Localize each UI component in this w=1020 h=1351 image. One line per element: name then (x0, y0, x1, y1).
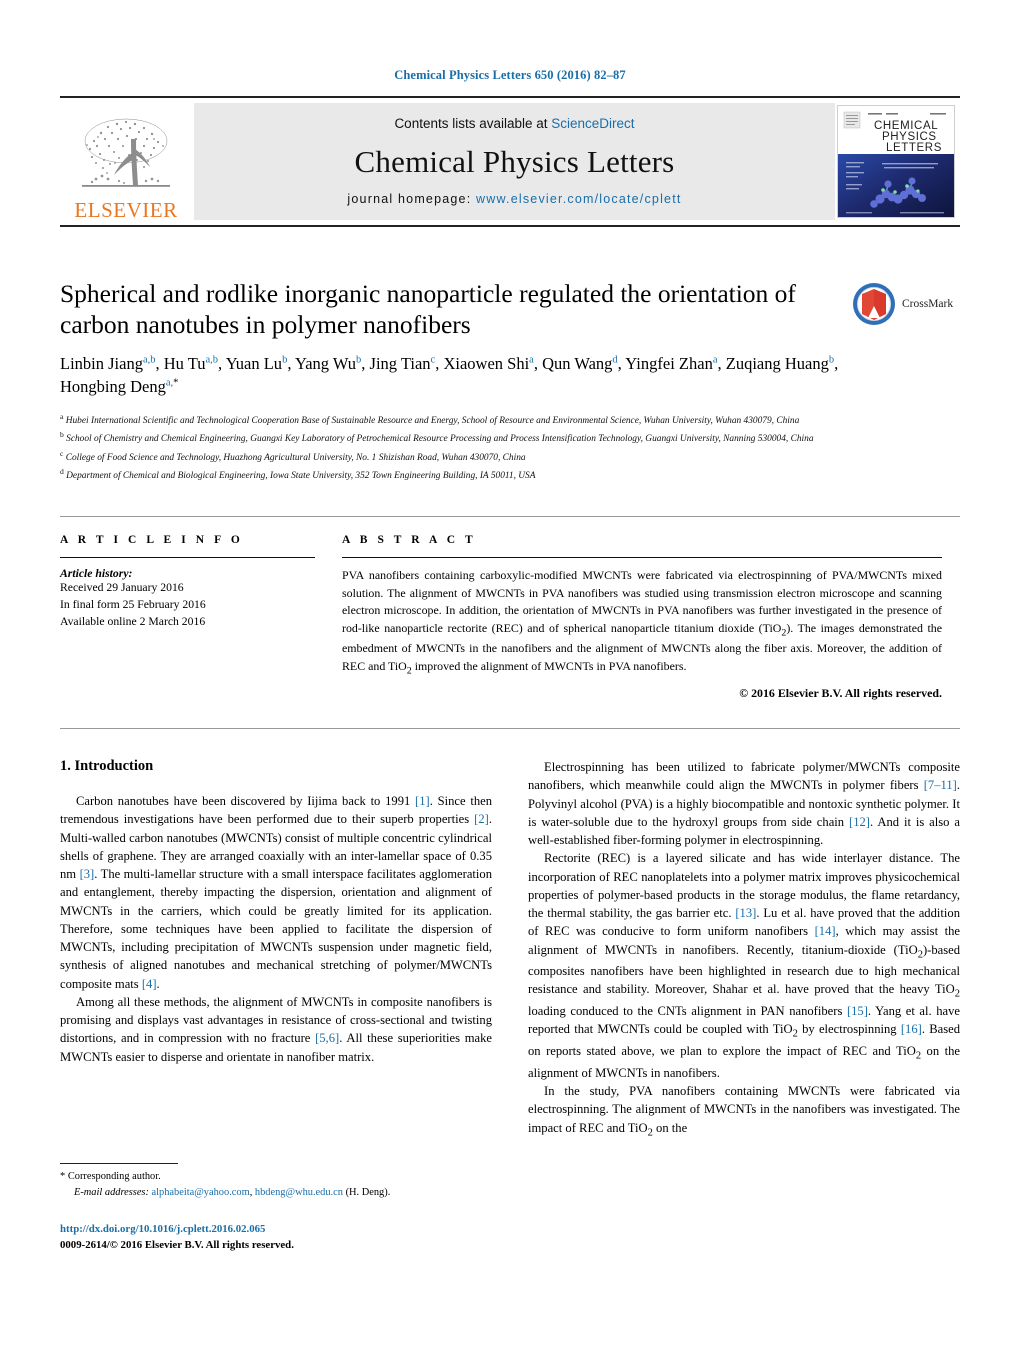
sciencedirect-link[interactable]: ScienceDirect (551, 116, 634, 131)
author-name: Zuqiang Huang (725, 354, 829, 373)
crossmark-label: CrossMark (902, 298, 954, 310)
affiliation-mark: b (60, 430, 64, 440)
citation-ref[interactable]: [4] (142, 977, 157, 991)
email-line: E-mail addresses: alphabeita@yahoo.com, … (60, 1185, 492, 1201)
article-history-final-form: In final form 25 February 2016 (60, 597, 206, 611)
affiliation-list: a Hubei International Scientific and Tec… (60, 411, 940, 485)
author-name: Jing Tian (369, 354, 431, 373)
journal-homepage-line: journal homepage: www.elsevier.com/locat… (347, 192, 681, 206)
affiliation-item: d Department of Chemical and Biological … (60, 467, 536, 482)
citation-ref[interactable]: [5,6] (315, 1031, 339, 1045)
citation-ref[interactable]: [12] (849, 815, 870, 829)
email-link-1[interactable]: alphabeita@yahoo.com (152, 1187, 250, 1198)
email-suffix: (H. Deng). (342, 1186, 391, 1198)
citation-ref[interactable]: [16] (901, 1022, 922, 1036)
issn-copyright-line: 0009-2614/© 2016 Elsevier B.V. All right… (60, 1238, 294, 1251)
affiliation-mark: d (60, 467, 64, 477)
paper-page: Chemical Physics Letters 650 (2016) 82–8… (0, 0, 1020, 1351)
article-info-heading: A R T I C L E I N F O (60, 534, 244, 546)
elsevier-tree-icon (82, 118, 170, 187)
contents-available-line: Contents lists available at ScienceDirec… (394, 116, 634, 131)
citation-ref[interactable]: [2] (474, 812, 489, 826)
corresponding-marker: * (60, 1171, 66, 1182)
author-affiliation-mark: c (430, 354, 436, 366)
author-affiliation-mark: b (282, 354, 288, 366)
article-history-received: Received 29 January 2016 (60, 581, 184, 594)
corresponding-author-mark: * (173, 377, 179, 389)
article-history-label: Article history: (60, 567, 133, 580)
contents-prefix: Contents lists available at (394, 116, 552, 131)
homepage-prefix: journal homepage: (347, 192, 477, 206)
author-name: Yang Wu (294, 354, 357, 373)
article-history-online: Available online 2 March 2016 (60, 614, 206, 628)
author-affiliation-mark: a (529, 354, 534, 366)
elsevier-wordmark: ELSEVIER (74, 198, 178, 222)
author-name: Linbin Jiang (60, 354, 143, 373)
article-info-rule (60, 557, 315, 558)
author-affiliation-mark: a,b (205, 354, 219, 366)
author-name: Qun Wang (542, 354, 613, 373)
affiliation-item: b School of Chemistry and Chemical Engin… (60, 430, 814, 445)
author-affiliation-mark: b (356, 354, 362, 366)
body-column-left: 1. Introduction Carbon nanotubes have be… (60, 758, 492, 1066)
introduction-heading: 1. Introduction (60, 758, 154, 774)
title-block: Spherical and rodlike inorganic nanopart… (60, 278, 960, 340)
affiliation-item: a Hubei International Scientific and Tec… (60, 412, 800, 427)
doi-link[interactable]: http://dx.doi.org/10.1016/j.cplett.2016.… (60, 1222, 560, 1238)
abstract-section: A B S T R A C T PVA nanofibers containin… (342, 534, 942, 701)
page-title: Spherical and rodlike inorganic nanopart… (60, 279, 796, 340)
affiliation-mark: c (60, 448, 64, 458)
intro-paragraph-2: Among all these methods, the alignment o… (60, 994, 492, 1064)
email-label: E-mail addresses: (74, 1186, 149, 1198)
article-info-section: A R T I C L E I N F O Article history: R… (60, 534, 315, 631)
author-list: Linbin Jianga,b, Hu Tua,b, Yuan Lub, Yan… (60, 354, 839, 397)
divider-below-abstract (60, 728, 960, 729)
citation-ref[interactable]: [3] (80, 867, 95, 881)
journal-cover-thumbnail: CHEMICAL PHYSICS LETTERS (837, 105, 955, 218)
elsevier-logo: ELSEVIER (60, 98, 192, 225)
journal-masthead: ELSEVIER Contents lists available at Sci… (60, 96, 960, 227)
affiliation-mark: a (60, 412, 64, 421)
running-head: Chemical Physics Letters 650 (2016) 82–8… (394, 68, 626, 82)
abstract-copyright: © 2016 Elsevier B.V. All rights reserved… (739, 685, 942, 700)
affiliation-item: c College of Food Science and Technology… (60, 448, 526, 464)
citation-ref[interactable]: [13] (735, 906, 756, 920)
intro-paragraph-1: Carbon nanotubes have been discovered by… (60, 794, 493, 991)
intro-paragraph-4: Rectorite (REC) is a layered silicate an… (528, 851, 961, 1080)
journal-title: Chemical Physics Letters (354, 143, 675, 179)
crossmark-icon (853, 283, 895, 325)
author-affiliation-mark: a,b (142, 354, 156, 366)
abstract-text: PVA nanofibers containing carboxylic-mod… (342, 568, 943, 677)
crossmark-badge[interactable]: CrossMark (852, 280, 960, 328)
svg-text:LETTERS: LETTERS (886, 142, 942, 154)
intro-paragraph-3: Electrospinning has been utilized to fab… (528, 760, 960, 847)
corresponding-author-line: * Corresponding author. (60, 1169, 492, 1185)
author-affiliation-mark: a (712, 354, 718, 366)
author-affiliation-mark: b (828, 354, 835, 366)
author-name: Yuan Lu (225, 354, 283, 373)
citation-ref[interactable]: [15] (847, 1004, 868, 1018)
citation-ref[interactable]: [1] (415, 794, 430, 808)
author-name: Xiaowen Shi (443, 354, 530, 373)
homepage-url-link[interactable]: www.elsevier.com/locate/cplett (476, 192, 682, 206)
footnote-divider (60, 1163, 178, 1164)
abstract-heading: A B S T R A C T (342, 534, 477, 546)
citation-ref[interactable]: [7–11] (924, 778, 957, 792)
corresponding-author-note: * Corresponding author. E-mail addresses… (60, 1169, 492, 1201)
corresponding-label: Corresponding author. (67, 1171, 161, 1182)
doi-block: http://dx.doi.org/10.1016/j.cplett.2016.… (60, 1222, 560, 1254)
author-name: Hongbing Deng (60, 377, 166, 397)
author-name: Yingfei Zhan (625, 354, 713, 373)
cover-artwork-icon: CHEMICAL PHYSICS LETTERS (838, 106, 954, 217)
email-link-2[interactable]: hbdeng@whu.edu.cn (255, 1187, 343, 1198)
body-column-right: Electrospinning has been utilized to fab… (528, 758, 960, 1140)
author-name: Hu Tu (163, 354, 206, 373)
author-affiliation-mark: d (612, 354, 618, 366)
citation-ref[interactable]: [14] (815, 924, 836, 938)
divider-above-article-info (60, 516, 960, 517)
abstract-rule (342, 557, 942, 558)
masthead-center-band: Contents lists available at ScienceDirec… (194, 103, 835, 220)
intro-paragraph-5: In the study, PVA nanofibers containing … (528, 1084, 960, 1139)
